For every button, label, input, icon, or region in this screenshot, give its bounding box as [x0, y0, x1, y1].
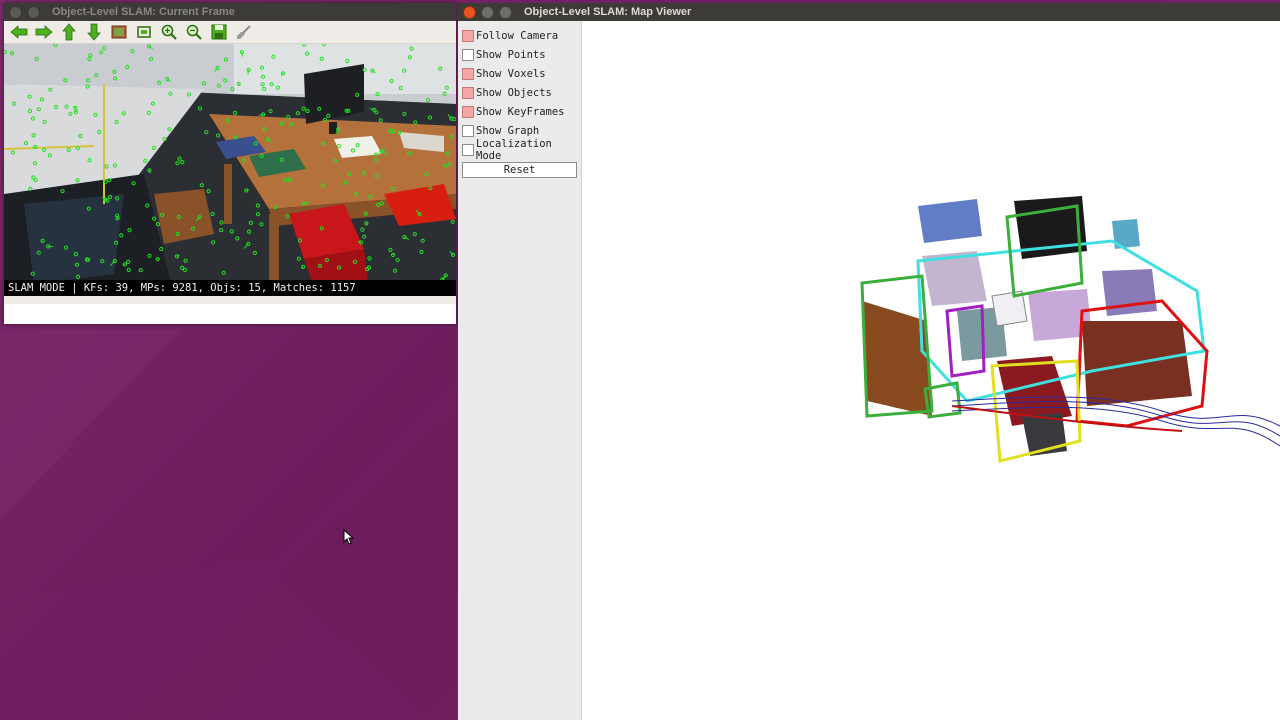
window-title: Object-Level SLAM: Current Frame — [52, 6, 235, 18]
close-button[interactable] — [463, 5, 476, 19]
zoom-out-icon[interactable] — [183, 22, 205, 42]
maximize-button[interactable] — [499, 5, 512, 19]
keyframe-trajectory — [951, 396, 1280, 447]
option-follow-camera[interactable]: Follow Camera — [458, 26, 581, 45]
camera-scene — [4, 44, 456, 296]
camera-frame-image: SLAM MODE | KFs: 39, MPs: 9281, Objs: 15… — [4, 44, 456, 296]
feature-match-line — [241, 52, 243, 57]
option-label: Show KeyFrames — [476, 105, 565, 118]
feature-match-line — [392, 252, 395, 256]
object-map-render — [860, 196, 1280, 463]
minimize-button[interactable] — [481, 5, 494, 19]
current-frame-window: Object-Level SLAM: Current Frame SLAM MO… — [4, 3, 456, 324]
feature-match-line — [263, 128, 265, 130]
feature-match-line — [74, 109, 77, 113]
options-panel: Follow Camera Show Points Show Voxels Sh… — [458, 21, 582, 720]
map-viewer-window: Object-Level SLAM: Map Viewer Follow Cam… — [458, 3, 1280, 720]
map-3d-canvas[interactable] — [582, 21, 1280, 720]
checkbox[interactable] — [462, 67, 474, 80]
checkbox[interactable] — [462, 105, 474, 118]
slam-status-text: SLAM MODE | KFs: 39, MPs: 9281, Objs: 15… — [4, 280, 456, 296]
reset-button[interactable]: Reset — [462, 162, 577, 178]
option-label: Show Objects — [476, 86, 552, 99]
image-icon[interactable] — [108, 22, 130, 42]
option-show-keyframes[interactable]: Show KeyFrames — [458, 102, 581, 121]
option-show-points[interactable]: Show Points — [458, 45, 581, 64]
feature-match-line — [148, 170, 151, 174]
option-show-voxels[interactable]: Show Voxels — [458, 64, 581, 83]
checkbox[interactable] — [462, 143, 474, 156]
option-show-objects[interactable]: Show Objects — [458, 83, 581, 102]
image-toolbar — [4, 21, 456, 44]
properties-brush-icon[interactable] — [233, 22, 255, 42]
checkbox[interactable] — [462, 29, 474, 42]
option-label: Localization Mode — [476, 137, 552, 162]
option-label: Show Graph — [476, 124, 540, 137]
checkbox[interactable] — [462, 48, 474, 61]
checkbox[interactable] — [462, 124, 474, 137]
frame-window-titlebar[interactable]: Object-Level SLAM: Current Frame — [4, 3, 456, 21]
arrow-left-icon[interactable] — [8, 22, 30, 42]
checkbox[interactable] — [462, 86, 474, 99]
voxel-objects — [862, 196, 1192, 456]
option-label: Follow Camera — [476, 29, 559, 42]
option-label: Show Points — [476, 48, 546, 61]
feature-match-line — [122, 263, 126, 266]
option-label: Show Voxels — [476, 67, 546, 80]
option-localization-mode[interactable]: Localization Mode — [458, 137, 581, 162]
arrow-down-icon[interactable] — [83, 22, 105, 42]
frame-window-footer — [4, 296, 456, 304]
minimize-button[interactable] — [27, 5, 40, 19]
zoom-in-icon[interactable] — [158, 22, 180, 42]
arrow-up-icon[interactable] — [58, 22, 80, 42]
zoom-fit-icon[interactable] — [133, 22, 155, 42]
window-title: Object-Level SLAM: Map Viewer — [524, 6, 692, 18]
mouse-cursor-icon — [343, 529, 355, 545]
arrow-right-icon[interactable] — [33, 22, 55, 42]
save-icon[interactable] — [208, 22, 230, 42]
map-window-titlebar[interactable]: Object-Level SLAM: Map Viewer — [458, 3, 1280, 21]
close-button[interactable] — [9, 5, 22, 19]
